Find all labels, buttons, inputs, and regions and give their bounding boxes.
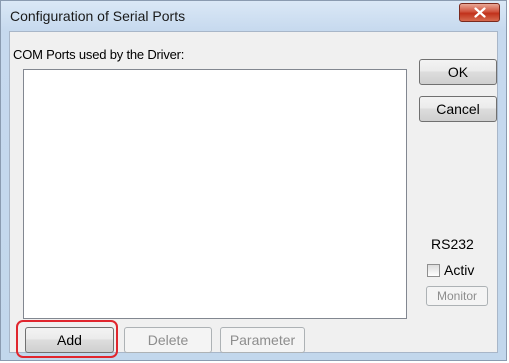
com-ports-label: COM Ports used by the Driver: [13, 47, 185, 62]
parameter-button[interactable]: Parameter [220, 327, 305, 353]
cancel-button[interactable]: Cancel [419, 96, 497, 122]
ok-button[interactable]: OK [419, 59, 497, 85]
monitor-button[interactable]: Monitor [426, 286, 488, 306]
close-button[interactable] [459, 3, 500, 22]
window-title: Configuration of Serial Ports [10, 8, 186, 24]
close-x-icon [473, 7, 486, 18]
com-ports-listbox[interactable] [23, 69, 407, 319]
title-bar[interactable]: Configuration of Serial Ports [1, 1, 506, 31]
add-button[interactable]: Add [25, 327, 114, 353]
rs232-label: RS232 [431, 236, 474, 252]
activ-checkbox[interactable] [427, 263, 440, 277]
activ-label: Activ [444, 262, 475, 278]
delete-button[interactable]: Delete [124, 327, 212, 353]
activ-checkbox-row[interactable]: Activ [427, 262, 474, 278]
